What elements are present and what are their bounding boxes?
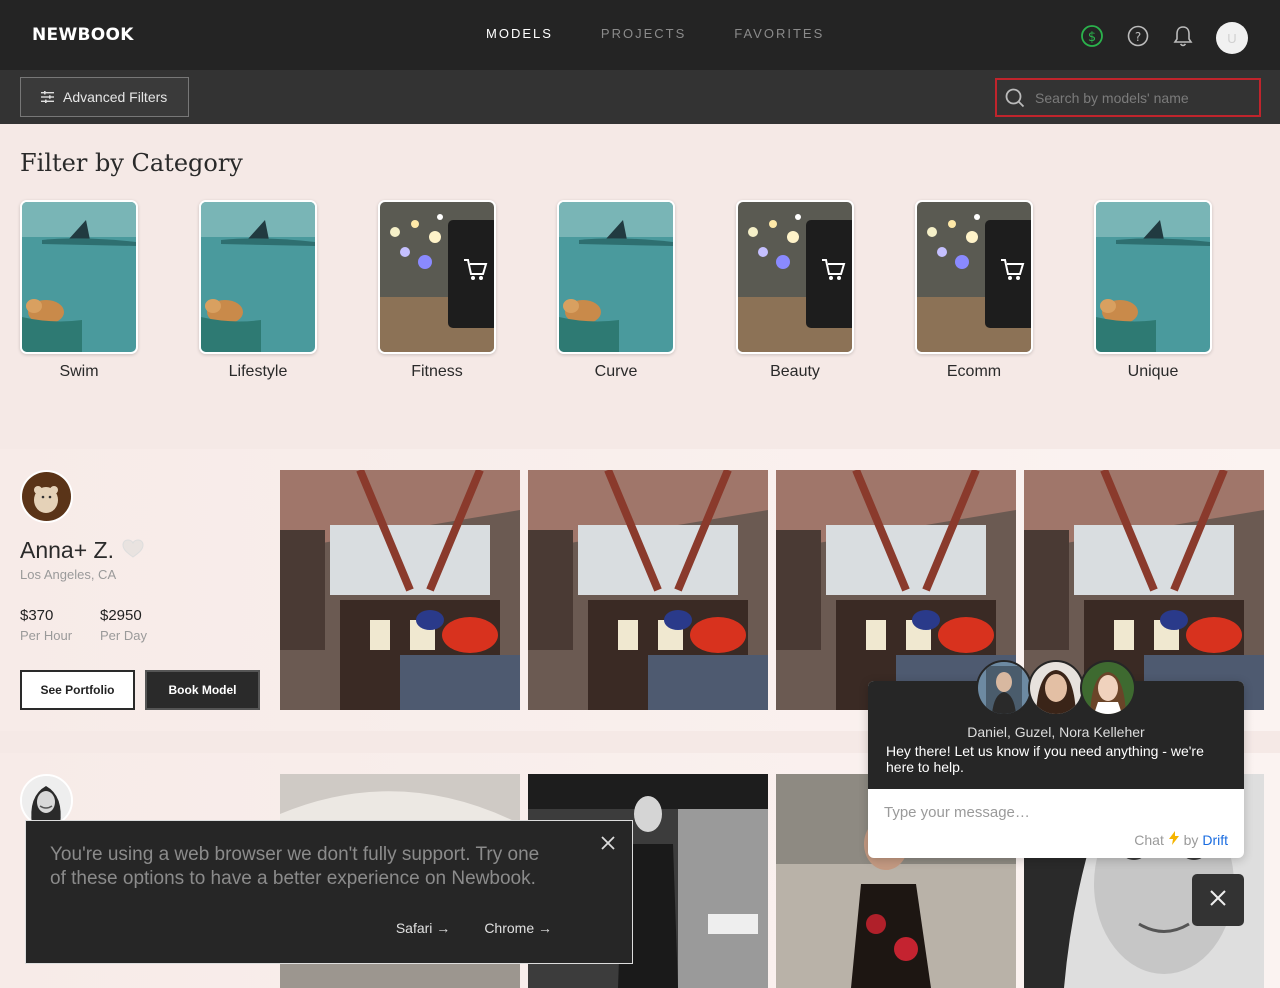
category-title: Filter by Category xyxy=(20,149,243,177)
close-icon xyxy=(1208,888,1228,913)
browser-links: Safari → Chrome → xyxy=(396,920,552,936)
lightning-icon xyxy=(1168,831,1180,848)
rate-day-unit: Per Day xyxy=(100,628,147,643)
nav-favorites[interactable]: FAVORITES xyxy=(734,26,824,41)
category-thumbnail xyxy=(915,200,1033,354)
logo[interactable]: NEWBOOK xyxy=(32,25,134,45)
close-icon[interactable] xyxy=(600,835,616,856)
nav-projects[interactable]: PROJECTS xyxy=(601,26,686,41)
portfolio-photo[interactable] xyxy=(528,470,768,710)
chat-welcome-message: Hey there! Let us know if you need anyth… xyxy=(886,743,1204,775)
nav-models[interactable]: MODELS xyxy=(486,26,553,41)
book-model-button[interactable]: Book Model xyxy=(145,670,260,710)
bell-icon[interactable] xyxy=(1172,24,1194,53)
model-avatar[interactable] xyxy=(20,470,73,523)
category-curve[interactable]: Curve xyxy=(557,200,675,381)
search-box[interactable] xyxy=(995,78,1261,117)
category-beauty[interactable]: Beauty xyxy=(736,200,854,381)
rate-day: $2950 Per Day xyxy=(100,607,147,643)
search-icon xyxy=(1005,88,1025,107)
filter-bar: Advanced Filters xyxy=(0,70,1280,124)
portfolio-photo[interactable] xyxy=(280,470,520,710)
chat-agents xyxy=(868,660,1244,718)
nav-icons: $ ? U xyxy=(1058,22,1248,54)
category-label: Curve xyxy=(594,363,638,380)
filters-icon xyxy=(41,91,54,103)
chat-brand-by: by xyxy=(1183,832,1199,848)
agent-avatar xyxy=(976,660,1032,716)
category-label: Swim xyxy=(59,363,99,380)
dollar-circle-icon[interactable]: $ xyxy=(1080,24,1104,53)
chat-branding[interactable]: Chat by Drift xyxy=(1134,831,1228,848)
category-swim[interactable]: Swim xyxy=(20,200,138,381)
category-thumbnail xyxy=(20,200,138,354)
category-fitness[interactable]: Fitness xyxy=(378,200,496,381)
category-label: Lifestyle xyxy=(228,363,288,380)
category-thumbnail xyxy=(1094,200,1212,354)
category-lifestyle[interactable]: Lifestyle xyxy=(199,200,317,381)
rate-hour-unit: Per Hour xyxy=(20,628,73,643)
help-icon[interactable]: ? xyxy=(1126,24,1150,53)
chrome-link[interactable]: Chrome → xyxy=(484,920,552,936)
top-nav: NEWBOOK MODELS PROJECTS FAVORITES $ ? U xyxy=(0,0,1280,70)
chat-brand-name: Drift xyxy=(1202,832,1228,848)
category-thumbnail xyxy=(378,200,496,354)
category-label: Beauty xyxy=(770,363,820,380)
rate-hour: $370 Per Hour xyxy=(20,607,72,643)
model-name[interactable]: Anna+ Z. xyxy=(20,537,114,564)
svg-text:?: ? xyxy=(1135,30,1141,44)
main-nav: MODELS PROJECTS FAVORITES xyxy=(486,26,824,41)
category-label: Ecomm xyxy=(946,363,1002,380)
category-label: Unique xyxy=(1127,363,1179,380)
model-location: Los Angeles, CA xyxy=(20,567,117,582)
see-portfolio-button[interactable]: See Portfolio xyxy=(20,670,135,710)
advanced-filters-button[interactable]: Advanced Filters xyxy=(20,77,189,117)
agent-avatar xyxy=(1028,660,1084,716)
safari-link[interactable]: Safari → xyxy=(396,920,450,936)
chat-brand-prefix: Chat xyxy=(1134,832,1164,848)
category-ecomm[interactable]: Ecomm xyxy=(915,200,1033,381)
agent-avatar xyxy=(1080,660,1136,716)
category-thumbnail xyxy=(199,200,317,354)
heart-icon[interactable] xyxy=(122,539,144,564)
category-label: Fitness xyxy=(411,363,463,380)
chat-message-input[interactable] xyxy=(884,804,1224,821)
rate-day-value: $2950 xyxy=(100,607,142,624)
rate-hour-value: $370 xyxy=(20,607,54,624)
category-unique[interactable]: Unique xyxy=(1094,200,1212,381)
browser-warning: You're using a web browser we don't full… xyxy=(25,820,633,964)
chat-agent-names: Daniel, Guzel, Nora Kelleher xyxy=(967,724,1145,740)
advanced-filters-label: Advanced Filters xyxy=(63,89,168,105)
user-avatar[interactable]: U xyxy=(1216,22,1248,54)
category-thumbnail xyxy=(736,200,854,354)
browser-warning-text: You're using a web browser we don't full… xyxy=(50,844,540,889)
category-thumbnail xyxy=(557,200,675,354)
search-input[interactable] xyxy=(1035,89,1235,106)
svg-text:$: $ xyxy=(1088,30,1096,45)
chat-close-button[interactable] xyxy=(1192,874,1244,926)
